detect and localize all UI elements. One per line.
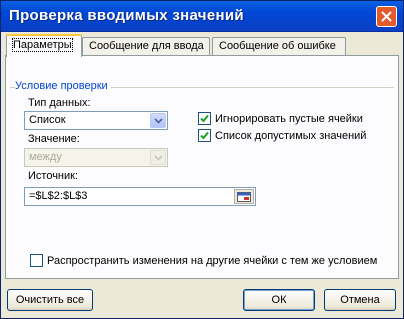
tab-input-message-label: Сообщение для ввода — [89, 40, 204, 52]
clear-all-button[interactable]: Очистить все — [7, 289, 93, 311]
close-icon — [381, 11, 392, 22]
dropdown-checkbox-row[interactable]: Список допустимых значений — [198, 129, 366, 142]
dropdown-checkbox[interactable] — [198, 129, 211, 142]
apply-all-checkbox-row[interactable]: Распространить изменения на другие ячейк… — [30, 254, 377, 267]
dialog-title: Проверка вводимых значений — [9, 7, 244, 24]
group-label: Условие проверки — [15, 80, 111, 92]
data-validation-dialog: Проверка вводимых значений Параметры Соо… — [0, 0, 404, 319]
title-bar[interactable]: Проверка вводимых значений — [1, 1, 403, 32]
value-select[interactable]: между — [24, 148, 168, 167]
source-label: Источник: — [28, 170, 79, 182]
data-type-select[interactable]: Список — [24, 111, 168, 130]
tab-error-alert[interactable]: Сообщение об ошибке — [212, 37, 346, 55]
ignore-blank-label: Игнорировать пустые ячейки — [215, 112, 363, 125]
source-value: =$L$2:$L$3 — [29, 190, 88, 202]
chevron-down-icon[interactable] — [150, 113, 166, 128]
collapse-dialog-button[interactable] — [234, 189, 254, 204]
tab-input-message[interactable]: Сообщение для ввода — [82, 37, 210, 55]
checkmark-icon — [200, 131, 209, 140]
tab-error-alert-label: Сообщение об ошибке — [219, 40, 336, 52]
tab-parameters-label: Параметры — [12, 38, 73, 52]
value-label: Значение: — [28, 133, 80, 145]
cancel-button[interactable]: Отмена — [324, 289, 396, 311]
close-button[interactable] — [376, 6, 397, 27]
apply-all-label: Распространить изменения на другие ячейк… — [47, 254, 378, 267]
settings-panel: Условие проверки Тип данных: Список Знач… — [5, 55, 399, 279]
apply-all-checkbox[interactable] — [30, 254, 43, 267]
range-select-icon — [237, 191, 251, 202]
data-type-value: Список — [29, 114, 66, 126]
ok-button[interactable]: ОК — [243, 289, 315, 311]
dropdown-label: Список допустимых значений — [215, 129, 367, 142]
ignore-blank-checkbox[interactable] — [198, 112, 211, 125]
chevron-down-icon — [150, 150, 166, 165]
data-type-label: Тип данных: — [28, 97, 91, 109]
source-input[interactable]: =$L$2:$L$3 — [24, 187, 256, 206]
value-select-value: между — [29, 151, 62, 163]
checkmark-icon — [200, 114, 209, 123]
ignore-blank-checkbox-row[interactable]: Игнорировать пустые ячейки — [198, 112, 363, 125]
tab-parameters[interactable]: Параметры — [6, 34, 82, 57]
